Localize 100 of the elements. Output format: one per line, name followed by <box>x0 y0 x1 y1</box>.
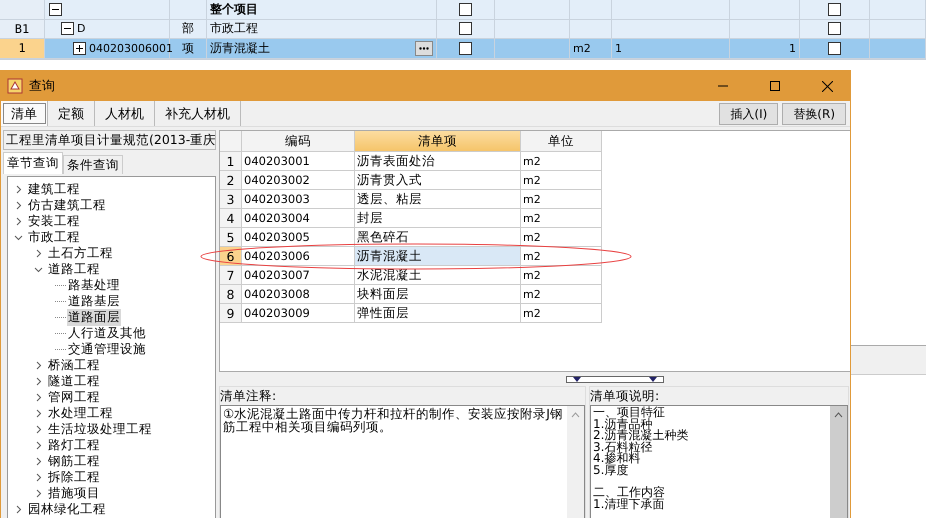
row-number: 4 <box>220 209 242 228</box>
description-line: 3.石料粒径 <box>593 442 652 453</box>
description-line: 2.沥青混凝土种类 <box>593 430 690 442</box>
checkbox[interactable] <box>459 22 472 36</box>
table-cell: m2 <box>521 152 602 171</box>
table-row[interactable]: B1 D 部 市政工程 <box>0 20 926 39</box>
row-number: 1 <box>0 39 45 58</box>
tab[interactable]: 补充人材机 <box>155 101 241 126</box>
checkbox[interactable] <box>828 42 841 55</box>
tree-item[interactable]: 拆除工程 <box>8 469 215 485</box>
table-cell[interactable]: 沥青贯入式 <box>355 171 521 190</box>
table-cell[interactable]: 沥青表面处治 <box>355 152 521 171</box>
tree-item[interactable]: 人行道及其他 <box>8 325 215 341</box>
table-cell: 040203008 <box>242 285 355 304</box>
splitter-handle[interactable] <box>566 376 664 382</box>
table-cell: m2 <box>521 171 602 190</box>
table-cell: 040203009 <box>242 304 355 323</box>
window-title: 查询 <box>29 78 55 95</box>
row-number: 3 <box>220 190 242 209</box>
tab[interactable]: 人材机 <box>95 101 155 126</box>
checkbox[interactable] <box>459 2 472 16</box>
tree-item[interactable]: 路基处理 <box>8 277 215 293</box>
table-cell[interactable]: 黑色碎石 <box>355 228 521 247</box>
close-icon <box>822 80 832 92</box>
table-row[interactable]: 整个项目 <box>0 0 926 20</box>
table-cell: m2 <box>521 266 602 285</box>
tree-item[interactable]: 管网工程 <box>8 389 215 405</box>
tree-item[interactable]: 仿古建筑工程 <box>8 197 215 213</box>
more-button[interactable] <box>415 40 433 56</box>
table-cell: 040203002 <box>242 171 355 190</box>
table-cell[interactable]: 封层 <box>355 209 521 228</box>
tree-item[interactable]: 安装工程 <box>8 213 215 229</box>
tree-item[interactable]: 建筑工程 <box>8 181 215 197</box>
tree-item[interactable]: 钢筋工程 <box>8 453 215 469</box>
notes-text-area[interactable]: ①水泥混凝土路面中传力杆和拉杆的制作、安装应按附录J钢筋工程中相关项目编码列项。 <box>220 405 585 518</box>
tree-item[interactable]: 路灯工程 <box>8 437 215 453</box>
item-name: 整个项目 <box>210 0 258 18</box>
table-cell: 040203005 <box>242 228 355 247</box>
row-number: 7 <box>220 266 242 285</box>
triangle-down-icon <box>648 376 656 382</box>
tree-item[interactable]: 道路面层 <box>8 309 215 325</box>
table-cell[interactable]: 透层、粘层 <box>355 190 521 209</box>
description-line: 1.沥青品种 <box>593 418 652 430</box>
item-name: 沥青混凝土 <box>210 40 270 57</box>
table-cell: 040203001 <box>242 152 355 171</box>
tree-item[interactable]: 土石方工程 <box>8 245 215 261</box>
table-cell[interactable]: 沥青混凝土 <box>355 247 521 266</box>
chevron-right-icon[interactable] <box>14 504 23 514</box>
description-text-area[interactable]: 一、项目特征 1.沥青品种 2.沥青混凝土种类 3.石料粒径 4.掺和料 5.厚度 二、工作内容 1.清理下承面 <box>590 405 848 518</box>
tree-item[interactable]: 生活垃圾处理工程 <box>8 421 215 437</box>
tab[interactable]: 条件查询 <box>63 155 123 174</box>
tree-item[interactable]: 道路工程 <box>8 261 215 277</box>
item-name: 市政工程 <box>210 20 258 38</box>
maximize-icon <box>770 81 780 91</box>
row-number: 9 <box>220 304 242 323</box>
chevron-right-icon[interactable] <box>34 248 43 258</box>
ellipsis-icon <box>419 46 429 50</box>
column-header[interactable]: 单位 <box>521 131 602 152</box>
table-cell: 040203006 <box>242 247 355 266</box>
tree-item[interactable]: 道路基层 <box>8 293 215 309</box>
scroll-up-icon[interactable] <box>834 412 843 418</box>
replace-button[interactable]: 替换(R) <box>782 103 846 125</box>
collapse-icon[interactable] <box>61 22 74 36</box>
expand-icon[interactable] <box>73 42 86 55</box>
tree-item[interactable]: 园林绿化工程 <box>8 501 215 517</box>
tree-item[interactable]: 交通管理设施 <box>8 341 215 357</box>
row-number: 1 <box>220 152 242 171</box>
checkbox[interactable] <box>828 2 841 16</box>
table-cell[interactable]: 弹性面层 <box>355 304 521 323</box>
tree-item[interactable]: 桥涵工程 <box>8 357 215 373</box>
chevron-down-icon[interactable] <box>34 264 43 274</box>
tree-item[interactable]: 措施项目 <box>8 485 215 501</box>
table-row[interactable]: 1 040203006001 项 沥青混凝土 m2 1 1 <box>0 39 926 58</box>
table-cell[interactable]: 块料面层 <box>355 285 521 304</box>
item-code: 040203006001 <box>89 42 173 55</box>
checkbox[interactable] <box>459 42 472 55</box>
item-unit: m2 <box>573 42 591 55</box>
column-header[interactable]: 清单项 <box>355 131 521 152</box>
table-cell[interactable]: 水泥混凝土 <box>355 266 521 285</box>
item-type: 部 <box>182 20 194 38</box>
chevron-down-icon[interactable] <box>14 232 23 242</box>
table-cell: 040203004 <box>242 209 355 228</box>
tree-item[interactable]: 市政工程 <box>8 229 215 245</box>
table-cell: m2 <box>521 190 602 209</box>
collapse-icon[interactable] <box>49 2 62 16</box>
tree-item[interactable]: 水处理工程 <box>8 405 215 421</box>
description-line: 5.厚度 <box>593 464 628 476</box>
tab[interactable]: 章节查询 <box>3 152 63 174</box>
insert-button[interactable]: 插入(I) <box>719 103 778 125</box>
row-number: 5 <box>220 228 242 247</box>
tab[interactable]: 清单 <box>1 101 48 126</box>
tab[interactable]: 定额 <box>48 101 95 126</box>
item-code: D <box>77 22 86 36</box>
row-number: B1 <box>0 20 45 39</box>
table-cell: m2 <box>521 209 602 228</box>
checkbox[interactable] <box>828 22 841 36</box>
table-cell: m2 <box>521 247 602 266</box>
row-number: 8 <box>220 285 242 304</box>
column-header[interactable]: 编码 <box>242 131 355 152</box>
tree-item[interactable]: 隧道工程 <box>8 373 215 389</box>
